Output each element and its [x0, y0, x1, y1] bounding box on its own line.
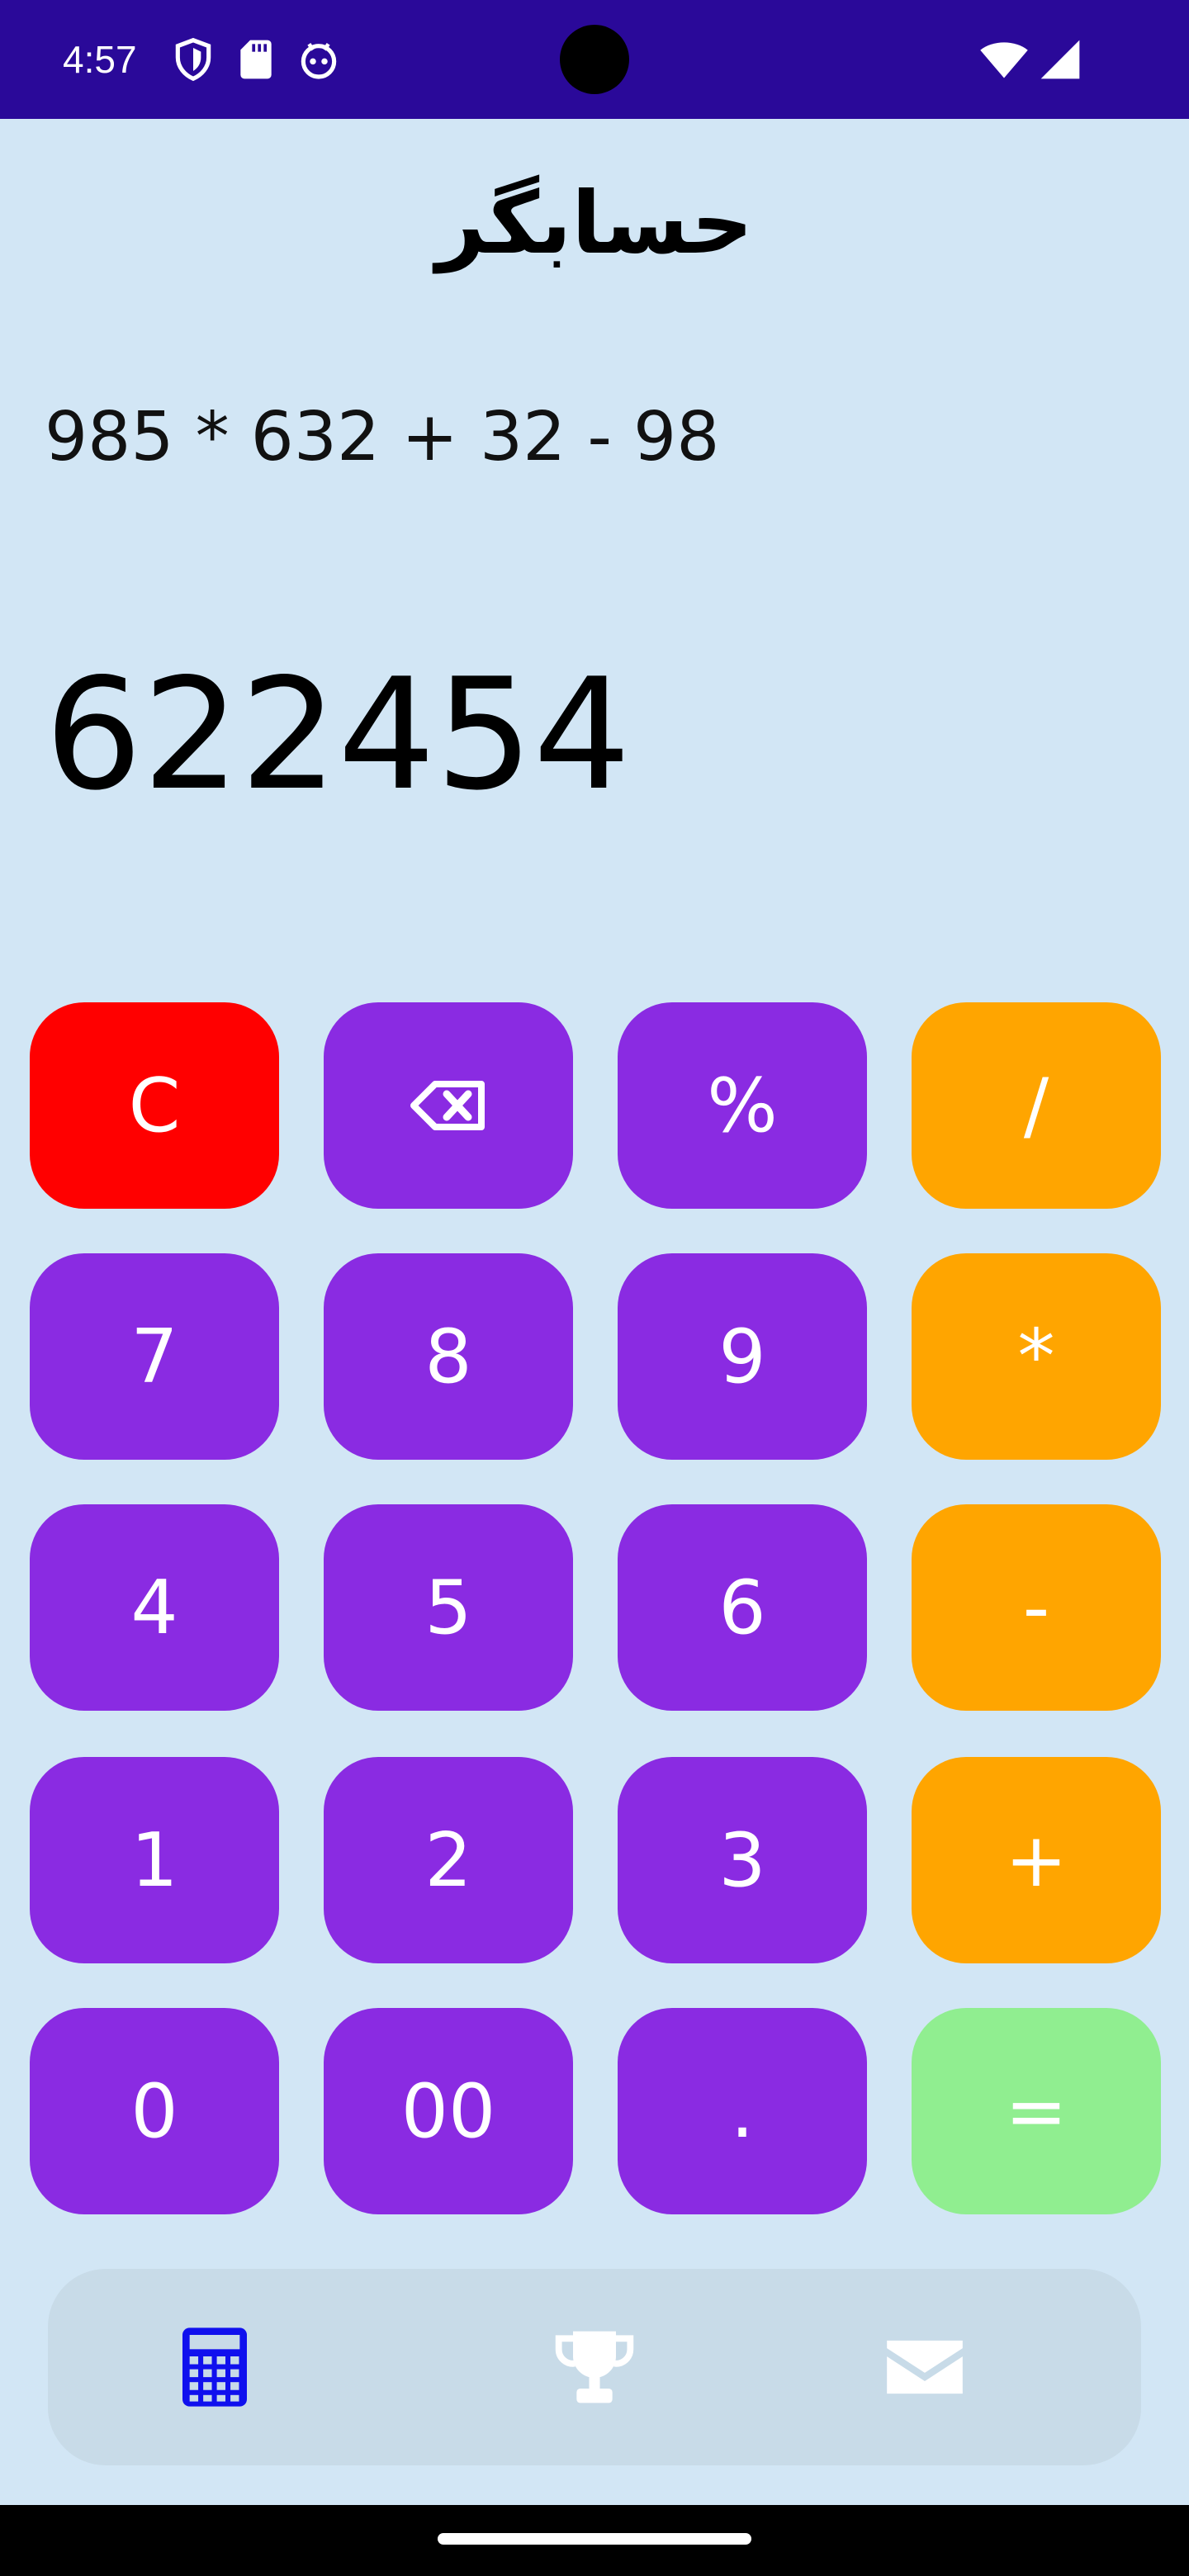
- digit-5-label: 5: [424, 1564, 472, 1651]
- add-button-label: +: [1005, 1816, 1068, 1904]
- digit-9-button[interactable]: 9: [618, 1253, 867, 1460]
- clear-button-label: C: [128, 1062, 181, 1149]
- add-button[interactable]: +: [912, 1757, 1161, 1963]
- wifi-icon: [980, 42, 1028, 78]
- backspace-button[interactable]: [324, 1002, 573, 1209]
- digit-4-label: 4: [130, 1564, 178, 1651]
- digit-6-button[interactable]: 6: [618, 1504, 867, 1711]
- decimal-button[interactable]: .: [618, 2008, 867, 2214]
- digit-9-label: 9: [718, 1313, 766, 1400]
- bottom-navigation: [48, 2269, 1141, 2465]
- digit-7-label: 7: [130, 1313, 178, 1400]
- digit-2-button[interactable]: 2: [324, 1757, 573, 1963]
- digit-5-button[interactable]: 5: [324, 1504, 573, 1711]
- percent-button-label: %: [707, 1062, 778, 1149]
- digit-7-button[interactable]: 7: [30, 1253, 279, 1460]
- subtract-button-label: -: [1022, 1564, 1050, 1651]
- nav-item-calculator[interactable]: [116, 2269, 314, 2465]
- digit-1-button[interactable]: 1: [30, 1757, 279, 1963]
- camera-cutout: [560, 25, 629, 94]
- digit-8-button[interactable]: 8: [324, 1253, 573, 1460]
- gesture-handle[interactable]: [438, 2533, 751, 2545]
- calculator-icon: [182, 2327, 247, 2407]
- cellular-signal-icon: [1040, 40, 1080, 79]
- double-zero-label: 00: [400, 2067, 496, 2155]
- envelope-icon: [887, 2340, 963, 2394]
- shield-icon: [175, 37, 211, 82]
- android-robot-icon: [301, 43, 337, 79]
- equals-button-label: =: [1005, 2067, 1068, 2155]
- divide-button-label: /: [1023, 1062, 1049, 1149]
- nav-item-contact[interactable]: [826, 2269, 1024, 2465]
- expression-display: 985 * 632 + 32 - 98: [45, 398, 720, 476]
- subtract-button[interactable]: -: [912, 1504, 1161, 1711]
- digit-3-label: 3: [718, 1816, 766, 1904]
- equals-button[interactable]: =: [912, 2008, 1161, 2214]
- nav-item-trophy[interactable]: [495, 2269, 694, 2465]
- divide-button[interactable]: /: [912, 1002, 1161, 1209]
- status-bar: 4:57: [0, 0, 1189, 119]
- digit-2-label: 2: [424, 1816, 472, 1904]
- digit-0-button[interactable]: 0: [30, 2008, 279, 2214]
- page-title: حسابگر: [435, 173, 754, 273]
- digit-3-button[interactable]: 3: [618, 1757, 867, 1963]
- double-zero-button[interactable]: 00: [324, 2008, 573, 2214]
- digit-1-label: 1: [130, 1816, 178, 1904]
- trophy-icon: [555, 2331, 634, 2403]
- multiply-button[interactable]: *: [912, 1253, 1161, 1460]
- decimal-button-label: .: [730, 2067, 755, 2155]
- digit-0-label: 0: [130, 2067, 178, 2155]
- digit-4-button[interactable]: 4: [30, 1504, 279, 1711]
- status-time: 4:57: [63, 38, 137, 81]
- sd-card-icon: [240, 40, 272, 79]
- digit-8-label: 8: [424, 1313, 472, 1400]
- digit-6-label: 6: [718, 1564, 766, 1651]
- backspace-icon: [410, 1081, 485, 1130]
- result-display: 622454: [45, 645, 632, 824]
- percent-button[interactable]: %: [618, 1002, 867, 1209]
- multiply-button-label: *: [1017, 1313, 1055, 1400]
- clear-button[interactable]: C: [30, 1002, 279, 1209]
